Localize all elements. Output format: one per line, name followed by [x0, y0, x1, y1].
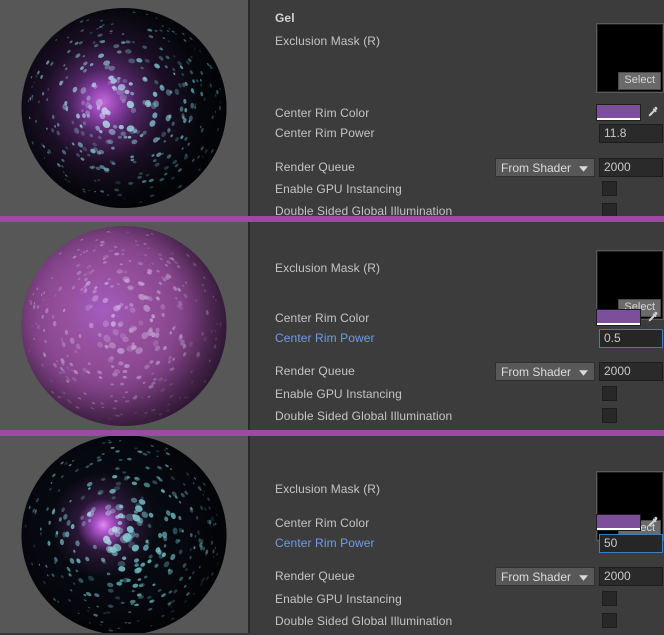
render-queue-dropdown[interactable]: From Shader: [495, 362, 595, 381]
material-preview-sphere[interactable]: [21, 436, 227, 633]
render-queue-label: Render Queue: [275, 364, 355, 378]
center-rim-power-input[interactable]: 11.8: [599, 124, 663, 143]
center-rim-power-input[interactable]: 0.5: [599, 329, 663, 348]
center-rim-color-swatch[interactable]: [596, 514, 641, 531]
render-queue-selected-value: From Shader: [501, 569, 572, 584]
color-swatch-rgb: [597, 515, 640, 528]
sphere-shading: [22, 436, 227, 633]
chevron-down-icon: [579, 365, 588, 379]
double-sided-gi-checkbox[interactable]: [602, 203, 617, 216]
center-rim-power-label: Center Rim Power: [275, 331, 375, 345]
material-preview-sphere[interactable]: [21, 226, 227, 426]
render-queue-selected-value: From Shader: [501, 160, 572, 175]
center-rim-color-swatch[interactable]: [596, 309, 641, 326]
exclusion-mask-label: Exclusion Mask (R): [275, 482, 381, 496]
center-rim-color-swatch[interactable]: [596, 104, 641, 121]
material-preview-sphere[interactable]: [21, 8, 227, 208]
chevron-down-icon: [579, 161, 588, 175]
center-rim-color-label: Center Rim Color: [275, 311, 370, 325]
enable-gpu-instancing-label: Enable GPU Instancing: [275, 592, 402, 606]
center-rim-color-label: Center Rim Color: [275, 516, 370, 530]
sphere-shading: [22, 8, 227, 208]
color-swatch-rgb: [597, 105, 640, 118]
double-sided-gi-label: Double Sided Global Illumination: [275, 614, 453, 628]
enable-gpu-instancing-label: Enable GPU Instancing: [275, 182, 402, 196]
render-queue-value-input[interactable]: 2000: [599, 158, 663, 177]
sphere-shading: [22, 226, 227, 426]
double-sided-gi-label: Double Sided Global Illumination: [275, 409, 453, 423]
center-rim-power-input[interactable]: 50: [599, 534, 663, 553]
enable-gpu-instancing-checkbox[interactable]: [602, 181, 617, 196]
exclusion-mask-texture-field[interactable]: Select: [596, 23, 664, 93]
color-swatch-alpha: [597, 323, 640, 325]
color-swatch-alpha: [597, 528, 640, 530]
color-swatch-rgb: [597, 310, 640, 323]
double-sided-gi-label: Double Sided Global Illumination: [275, 204, 453, 216]
eyedropper-icon[interactable]: [642, 309, 663, 326]
material-panel: Exclusion Mask (R)SelectCenter Rim Color…: [0, 436, 664, 633]
center-rim-power-label: Center Rim Power: [275, 126, 375, 140]
center-rim-power-label: Center Rim Power: [275, 536, 375, 550]
material-preview-pane[interactable]: [0, 0, 248, 216]
center-rim-color-label: Center Rim Color: [275, 106, 370, 120]
material-properties-pane: Exclusion Mask (R)SelectCenter Rim Color…: [248, 436, 664, 633]
render-queue-dropdown[interactable]: From Shader: [495, 567, 595, 586]
material-properties-pane: Gel Exclusion Mask (R) Select Center Rim Co…: [248, 0, 664, 216]
material-preview-pane[interactable]: [0, 436, 248, 633]
exclusion-mask-label: Exclusion Mask (R): [275, 261, 381, 275]
material-panel: Gel Exclusion Mask (R) Select Center Rim Co…: [0, 0, 664, 216]
eyedropper-icon[interactable]: [642, 514, 663, 531]
render-queue-selected-value: From Shader: [501, 364, 572, 379]
exclusion-mask-label: Exclusion Mask (R): [275, 34, 381, 48]
render-queue-value-input[interactable]: 2000: [599, 567, 663, 586]
render-queue-label: Render Queue: [275, 160, 355, 174]
enable-gpu-instancing-checkbox[interactable]: [602, 591, 617, 606]
texture-select-button[interactable]: Select: [618, 72, 661, 90]
chevron-down-icon: [579, 570, 588, 584]
section-header-label: Gel: [275, 11, 295, 25]
double-sided-gi-checkbox[interactable]: [602, 408, 617, 423]
render-queue-label: Render Queue: [275, 569, 355, 583]
enable-gpu-instancing-checkbox[interactable]: [602, 386, 617, 401]
material-panel: Exclusion Mask (R)SelectCenter Rim Color…: [0, 222, 664, 430]
unity-material-inspector-window: Gel Exclusion Mask (R) Select Center Rim Co…: [0, 0, 664, 635]
render-queue-value-input[interactable]: 2000: [599, 362, 663, 381]
render-queue-dropdown[interactable]: From Shader: [495, 158, 595, 177]
material-preview-pane[interactable]: [0, 222, 248, 430]
double-sided-gi-checkbox[interactable]: [602, 613, 617, 628]
eyedropper-icon[interactable]: [642, 104, 663, 121]
enable-gpu-instancing-label: Enable GPU Instancing: [275, 387, 402, 401]
color-swatch-alpha: [597, 118, 640, 120]
material-properties-pane: Exclusion Mask (R)SelectCenter Rim Color…: [248, 222, 664, 430]
